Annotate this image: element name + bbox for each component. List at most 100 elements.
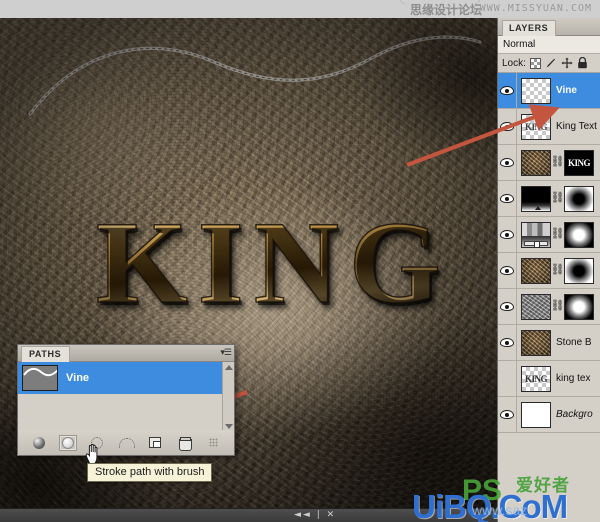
- layer-visibility-toggle[interactable]: [498, 324, 517, 361]
- layer-thumbnail[interactable]: [521, 329, 551, 356]
- layer-row-background[interactable]: Backgro: [498, 396, 600, 433]
- stone-texture-thumb: [522, 258, 550, 283]
- path-thumbnail[interactable]: [22, 365, 58, 391]
- canvas-nav-controls[interactable]: ◄◄ | ✕: [294, 510, 336, 520]
- transparent-checker-icon: [522, 78, 550, 103]
- grip-dots-icon: [208, 438, 218, 447]
- layer-visibility-toggle[interactable]: [498, 288, 517, 325]
- panel-menu-icon[interactable]: ▾☰: [220, 348, 232, 357]
- lock-row: Lock:: [498, 54, 600, 73]
- layer-thumbnail[interactable]: KING: [521, 365, 551, 392]
- thumb-king-glyph: KING: [524, 121, 548, 132]
- eye-icon: [500, 266, 514, 275]
- layer-visibility-toggle[interactable]: [498, 144, 517, 181]
- scroll-down-arrow-icon[interactable]: [225, 424, 233, 429]
- gradient-slider-handle-icon: [535, 205, 542, 210]
- layer-visibility-toggle[interactable]: [498, 360, 517, 397]
- layer-list[interactable]: Vine KING King Text ⛓ KING ⛓ ⛓ ⛓ ⛓ Stone…: [498, 72, 600, 433]
- delete-current-path-button[interactable]: [175, 435, 193, 451]
- paths-list[interactable]: Vine: [18, 362, 234, 432]
- fill-path-with-foreground-color-button[interactable]: [30, 435, 48, 451]
- create-new-path-button[interactable]: [146, 435, 164, 451]
- layer-visibility-toggle[interactable]: [498, 72, 517, 109]
- layer-thumbnail[interactable]: [521, 77, 551, 104]
- layer-row-gradient-bars[interactable]: ⛓: [498, 216, 600, 253]
- layer-thumbnail[interactable]: [521, 221, 551, 248]
- make-work-path-icon: [119, 437, 135, 448]
- tab-layers[interactable]: LAYERS: [502, 20, 557, 36]
- link-mask-icon[interactable]: ⛓: [551, 193, 565, 204]
- link-mask-icon[interactable]: ⛓: [551, 265, 565, 276]
- lock-image-brush-icon[interactable]: [545, 57, 557, 69]
- new-path-icon: [149, 437, 161, 448]
- eye-icon: [500, 194, 514, 203]
- scroll-up-arrow-icon[interactable]: [225, 365, 233, 370]
- forum-name-cn: 思缘设计论坛: [409, 3, 482, 17]
- lock-all-padlock-icon[interactable]: [577, 57, 588, 69]
- panel-resize-grip[interactable]: [204, 435, 222, 451]
- make-work-path-from-selection-button[interactable]: [117, 435, 135, 451]
- canvas-bottom-bar: ◄◄ | ✕: [0, 508, 497, 522]
- gradient-slider-icon: [524, 240, 548, 247]
- layer-mask-thumbnail[interactable]: [564, 257, 594, 284]
- layer-name-background: Backgro: [556, 409, 593, 420]
- layer-mask-thumbnail[interactable]: [564, 221, 594, 248]
- layer-thumbnail[interactable]: [521, 149, 551, 176]
- layer-thumbnail[interactable]: [521, 185, 551, 212]
- eye-icon: [500, 338, 514, 347]
- layer-thumbnail[interactable]: [521, 401, 551, 428]
- layer-row-vine[interactable]: Vine: [498, 72, 600, 109]
- lock-position-move-icon[interactable]: [561, 57, 573, 69]
- paths-panel-tabstrip: PATHS ▾☰: [18, 345, 234, 362]
- stroke-path-icon: [62, 436, 74, 449]
- layer-thumbnail[interactable]: [521, 257, 551, 284]
- link-mask-icon[interactable]: ⛓: [551, 301, 565, 312]
- layer-name-king-tex: king tex: [556, 373, 591, 384]
- tab-paths[interactable]: PATHS: [21, 346, 71, 362]
- eye-icon: [500, 158, 514, 167]
- paths-panel-footer: [18, 430, 234, 455]
- path-row-vine[interactable]: Vine: [18, 362, 234, 394]
- layers-panel[interactable]: LAYERS Normal Lock: Vine KING King Text …: [497, 18, 600, 522]
- link-mask-icon[interactable]: ⛓: [551, 157, 565, 168]
- layer-visibility-toggle[interactable]: [498, 108, 517, 145]
- lock-transparency-icon[interactable]: [529, 57, 541, 69]
- blend-mode-value[interactable]: Normal: [498, 39, 535, 50]
- paths-scrollbar[interactable]: [222, 362, 234, 432]
- paths-panel[interactable]: PATHS ▾☰ Vine: [17, 344, 235, 456]
- layer-row-grey-noise[interactable]: ⛓: [498, 288, 600, 325]
- layer-visibility-toggle[interactable]: [498, 396, 517, 433]
- forum-url: WWW.MISSYUAN.COM: [479, 3, 592, 14]
- layer-visibility-toggle[interactable]: [498, 252, 517, 289]
- stroke-path-with-brush-button[interactable]: [59, 434, 77, 451]
- layer-row-stone-dark-mask[interactable]: ⛓: [498, 252, 600, 289]
- eye-icon: [500, 302, 514, 311]
- top-watermark-bar: 思缘设计论坛 WWW.MISSYUAN.COM: [0, 0, 600, 18]
- eye-icon: [500, 122, 514, 131]
- trash-icon: [178, 436, 192, 451]
- layer-thumbnail[interactable]: KING: [521, 113, 551, 140]
- thumb-king-glyph: KING: [524, 373, 548, 384]
- stone-texture-thumb: [522, 330, 550, 355]
- layer-mask-thumbnail[interactable]: [564, 185, 594, 212]
- layer-mask-thumbnail[interactable]: [564, 293, 594, 320]
- layer-row-king-tex[interactable]: KING king tex: [498, 360, 600, 397]
- layer-row-king-text[interactable]: KING King Text: [498, 108, 600, 145]
- link-mask-icon[interactable]: ⛓: [551, 229, 565, 240]
- layers-panel-tabstrip: LAYERS: [498, 18, 600, 36]
- eye-icon: [500, 410, 514, 419]
- eye-icon: [500, 86, 514, 95]
- layer-visibility-toggle[interactable]: [498, 216, 517, 253]
- layer-row-stone-masked-king[interactable]: ⛓ KING: [498, 144, 600, 181]
- layer-mask-thumbnail[interactable]: KING: [564, 149, 594, 176]
- layer-row-stone-b[interactable]: Stone B: [498, 324, 600, 361]
- layer-row-black-gradient[interactable]: ⛓: [498, 180, 600, 217]
- layer-thumbnail[interactable]: [521, 293, 551, 320]
- path-thumb-curve-icon: [23, 366, 57, 390]
- stone-texture-thumb: [522, 150, 550, 175]
- path-name-vine: Vine: [66, 372, 90, 384]
- grey-noise-thumb: [522, 294, 550, 319]
- layer-name-stone-b: Stone B: [556, 337, 592, 348]
- blend-mode-row[interactable]: Normal: [498, 36, 600, 54]
- layer-visibility-toggle[interactable]: [498, 180, 517, 217]
